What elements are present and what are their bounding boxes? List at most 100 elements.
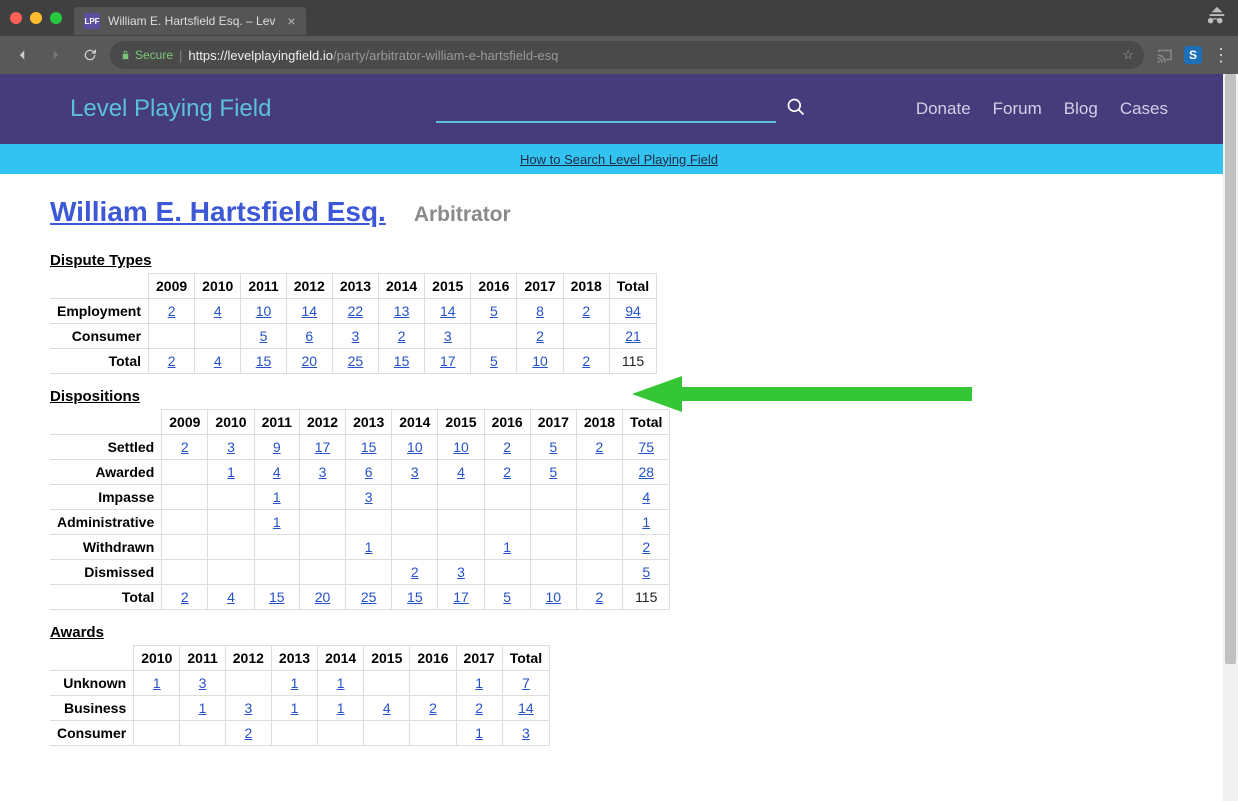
table-cell[interactable]: 4 [438,460,484,485]
table-cell[interactable]: 15 [392,585,438,610]
cell-link[interactable]: 1 [199,700,207,716]
table-cell[interactable]: 5 [471,349,517,374]
cell-link[interactable]: 10 [407,439,423,455]
cell-link[interactable]: 1 [273,514,281,530]
table-cell[interactable]: 3 [392,460,438,485]
table-cell[interactable]: 9 [254,435,299,460]
cell-link[interactable]: 2 [596,439,604,455]
cell-link[interactable]: 9 [273,439,281,455]
table-cell[interactable]: 1 [271,671,317,696]
table-cell[interactable]: 1 [134,671,180,696]
cell-link[interactable]: 4 [273,464,281,480]
table-cell[interactable]: 5 [530,460,576,485]
table-cell[interactable]: 4 [195,349,241,374]
cell-link[interactable]: 10 [532,353,548,369]
table-cell[interactable]: 2 [379,324,425,349]
cell-link[interactable]: 94 [625,303,641,319]
cell-link[interactable]: 2 [168,353,176,369]
cell-link[interactable]: 2 [411,564,419,580]
table-cell[interactable]: 1 [456,721,502,746]
table-cell[interactable]: 2 [563,349,609,374]
table-cell[interactable]: 5 [471,299,517,324]
table-cell[interactable]: 10 [392,435,438,460]
table-cell[interactable]: 10 [241,299,286,324]
table-cell[interactable]: 4 [254,460,299,485]
table-cell[interactable]: 4 [364,696,410,721]
table-cell[interactable]: 2 [623,535,670,560]
table-cell[interactable]: 1 [208,460,254,485]
table-cell[interactable]: 22 [332,299,378,324]
reload-button[interactable] [76,41,104,69]
cell-link[interactable]: 10 [453,439,469,455]
table-cell[interactable]: 14 [425,299,471,324]
cast-icon[interactable] [1156,46,1174,64]
browser-tab[interactable]: LPF William E. Hartsfield Esq. – Lev × [74,7,306,35]
cell-link[interactable]: 15 [256,353,272,369]
cell-link[interactable]: 10 [256,303,272,319]
cell-link[interactable]: 2 [398,328,406,344]
table-cell[interactable]: 10 [530,585,576,610]
cell-link[interactable]: 20 [301,353,317,369]
cell-link[interactable]: 25 [348,353,364,369]
cell-link[interactable]: 2 [429,700,437,716]
table-cell[interactable]: 2 [392,560,438,585]
table-cell[interactable]: 3 [332,324,378,349]
forward-button[interactable] [42,41,70,69]
scrollbar[interactable] [1223,74,1238,801]
cell-link[interactable]: 2 [503,439,511,455]
table-cell[interactable]: 1 [484,535,530,560]
cell-link[interactable]: 6 [305,328,313,344]
table-cell[interactable]: 4 [208,585,254,610]
cell-link[interactable]: 15 [361,439,377,455]
back-button[interactable] [8,41,36,69]
cell-link[interactable]: 4 [214,353,222,369]
cell-link[interactable]: 3 [457,564,465,580]
table-cell[interactable]: 2 [149,349,195,374]
cell-link[interactable]: 1 [291,675,299,691]
table-cell[interactable]: 2 [576,585,622,610]
table-cell[interactable]: 4 [623,485,670,510]
nav-cases[interactable]: Cases [1120,99,1168,119]
table-cell[interactable]: 94 [609,299,656,324]
cell-link[interactable]: 2 [596,589,604,605]
cell-link[interactable]: 8 [536,303,544,319]
table-cell[interactable]: 3 [208,435,254,460]
cell-link[interactable]: 2 [244,725,252,741]
table-cell[interactable]: 5 [623,560,670,585]
table-cell[interactable]: 20 [299,585,345,610]
table-cell[interactable]: 1 [346,535,392,560]
cell-link[interactable]: 21 [625,328,641,344]
table-cell[interactable]: 3 [425,324,471,349]
table-cell[interactable]: 15 [346,435,392,460]
nav-donate[interactable]: Donate [916,99,971,119]
cell-link[interactable]: 2 [475,700,483,716]
cell-link[interactable]: 1 [365,539,373,555]
table-cell[interactable]: 21 [609,324,656,349]
cell-link[interactable]: 14 [440,303,456,319]
site-brand[interactable]: Level Playing Field [70,95,271,123]
table-cell[interactable]: 2 [162,435,208,460]
table-cell[interactable]: 25 [346,585,392,610]
bookmark-star-icon[interactable]: ☆ [1122,47,1134,63]
cell-link[interactable]: 3 [227,439,235,455]
table-cell[interactable]: 2 [410,696,456,721]
table-cell[interactable]: 3 [225,696,271,721]
cell-link[interactable]: 3 [444,328,452,344]
cell-link[interactable]: 2 [582,303,590,319]
cell-link[interactable]: 1 [227,464,235,480]
cell-link[interactable]: 3 [365,489,373,505]
cell-link[interactable]: 1 [475,675,483,691]
table-cell[interactable]: 25 [332,349,378,374]
table-cell[interactable]: 17 [299,435,345,460]
table-cell[interactable]: 28 [623,460,670,485]
table-cell[interactable]: 6 [346,460,392,485]
cell-link[interactable]: 1 [503,539,511,555]
cell-link[interactable]: 10 [546,589,562,605]
table-cell[interactable]: 2 [517,324,563,349]
table-cell[interactable]: 1 [271,696,317,721]
table-cell[interactable]: 2 [225,721,271,746]
table-cell[interactable]: 2 [484,435,530,460]
cell-link[interactable]: 17 [453,589,469,605]
cell-link[interactable]: 2 [642,539,650,555]
table-cell[interactable]: 14 [502,696,549,721]
